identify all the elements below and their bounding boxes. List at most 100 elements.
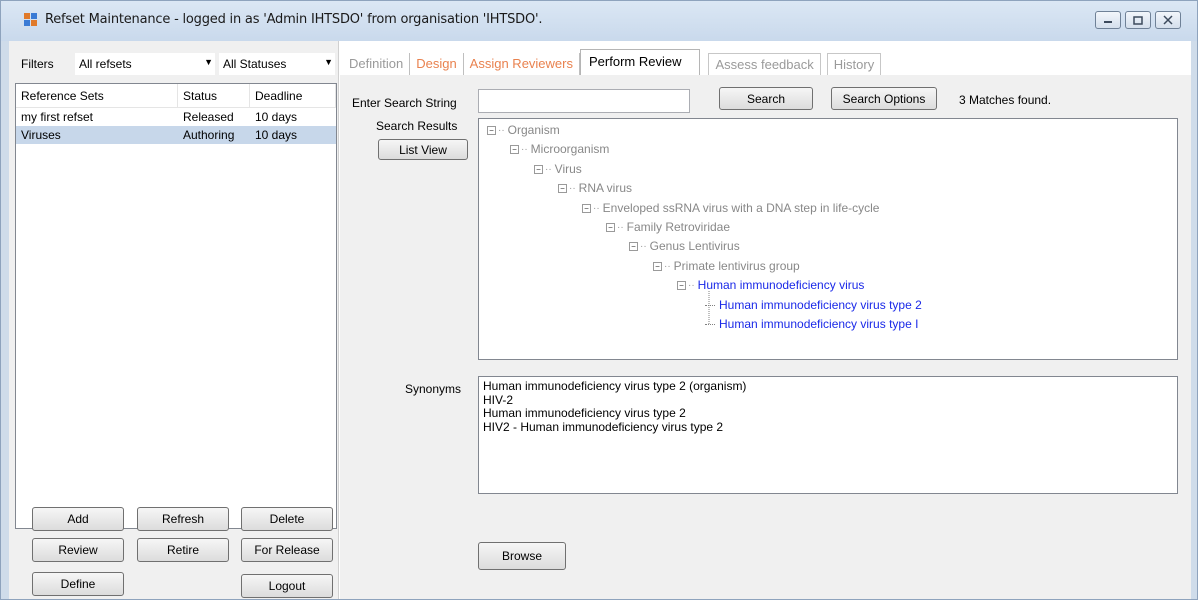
tab-assess-feedback[interactable]: Assess feedback (708, 53, 821, 75)
collapse-icon[interactable]: − (677, 280, 686, 290)
tree-node-label: Primate lentivirus group (673, 259, 800, 273)
maximize-icon[interactable] (1125, 11, 1151, 29)
logout-button[interactable]: Logout (241, 574, 333, 598)
search-label: Enter Search String (352, 96, 457, 110)
column-header[interactable]: Deadline (250, 84, 336, 107)
search-options-button[interactable]: Search Options (831, 87, 937, 110)
match-count: 3 Matches found. (959, 93, 1052, 107)
tree-connector: ·· (498, 124, 505, 136)
table-row[interactable]: Viruses Authoring 10 days (16, 126, 336, 144)
add-button[interactable]: Add (32, 507, 124, 531)
collapse-icon[interactable]: − (558, 183, 567, 193)
tree-connector: ·· (688, 279, 695, 291)
define-button[interactable]: Define (32, 572, 124, 596)
app-window: Refset Maintenance - logged in as 'Admin… (0, 0, 1198, 600)
refset-name: Viruses (21, 128, 61, 142)
tree-node[interactable]: Human immunodeficiency virus type I (705, 317, 918, 331)
tab-history[interactable]: History (826, 53, 882, 75)
refset-list-header: Reference Sets Status Deadline (16, 84, 336, 108)
minimize-icon[interactable] (1095, 11, 1121, 29)
tree-node[interactable]: − ·· Family Retroviridae (606, 220, 730, 234)
synonyms-list[interactable]: Human immunodeficiency virus type 2 (org… (478, 376, 1178, 494)
tree-node[interactable]: − ·· Virus (534, 162, 582, 176)
refset-deadline: 10 days (255, 110, 298, 124)
tree-node[interactable]: − ·· Genus Lentivirus (629, 239, 740, 253)
chevron-down-icon: ▼ (324, 57, 333, 67)
collapse-icon[interactable]: − (606, 222, 615, 232)
tree-connector: ·· (569, 182, 576, 194)
refset-filter-dropdown[interactable]: All refsets ▼ (75, 53, 215, 75)
tree-connector: ·· (545, 163, 552, 175)
refset-name: my first refset (21, 110, 94, 124)
for-release-button[interactable]: For Release (241, 538, 333, 562)
table-row[interactable]: my first refset Released 10 days (16, 108, 336, 126)
tab-perform-review[interactable]: Perform Review (580, 49, 701, 75)
refresh-button[interactable]: Refresh (137, 507, 229, 531)
tree-connector: ·· (593, 202, 600, 214)
retire-button[interactable]: Retire (137, 538, 229, 562)
search-results-tree[interactable]: − ·· Organism − ·· Microorganism − ·· Virus… (478, 118, 1178, 360)
tree-connector: ·· (617, 221, 624, 233)
tree-node-label: Genus Lentivirus (649, 239, 740, 253)
refset-filter-value: All refsets (79, 57, 132, 71)
tree-node[interactable]: − ·· Enveloped ssRNA virus with a DNA ste… (582, 201, 879, 215)
tab-assign-reviewers[interactable]: Assign Reviewers (464, 53, 580, 75)
synonym-item[interactable]: HIV2 - Human immunodeficiency virus type… (483, 420, 1173, 435)
refset-panel: Filters All refsets ▼ All Statuses ▼ Ref… (9, 41, 339, 599)
tree-node[interactable]: − ·· Primate lentivirus group (653, 259, 800, 273)
title-bar[interactable]: Refset Maintenance - logged in as 'Admin… (1, 1, 1197, 41)
window-title: Refset Maintenance - logged in as 'Admin… (45, 12, 543, 27)
search-input[interactable] (478, 89, 690, 113)
tree-node-label: Organism (507, 123, 560, 137)
close-icon[interactable] (1155, 11, 1181, 29)
chevron-down-icon: ▼ (204, 57, 213, 67)
tree-connector (705, 304, 715, 306)
tree-node[interactable]: − ·· Microorganism (510, 142, 609, 156)
tree-node-label: RNA virus (578, 181, 633, 195)
column-header[interactable]: Status (178, 84, 250, 107)
collapse-icon[interactable]: − (653, 261, 662, 271)
review-button[interactable]: Review (32, 538, 124, 562)
tree-connector (705, 323, 715, 325)
collapse-icon[interactable]: − (510, 144, 519, 154)
tree-node[interactable]: − ·· RNA virus (558, 181, 632, 195)
tree-node[interactable]: Human immunodeficiency virus type 2 (705, 298, 922, 312)
search-button[interactable]: Search (719, 87, 813, 110)
tree-node[interactable]: − ·· Human immunodeficiency virus (677, 278, 864, 292)
search-results-label: Search Results (376, 119, 458, 133)
synonym-item[interactable]: Human immunodeficiency virus type 2 (org… (483, 379, 1173, 394)
refset-status: Released (183, 110, 234, 124)
collapse-icon[interactable]: − (487, 125, 496, 135)
collapse-icon[interactable]: − (534, 164, 543, 174)
tree-connector: ·· (521, 143, 528, 155)
tree-node-label: Microorganism (530, 142, 610, 156)
tree-connector: ·· (664, 260, 671, 272)
delete-button[interactable]: Delete (241, 507, 333, 531)
collapse-icon[interactable]: − (629, 241, 638, 251)
collapse-icon[interactable]: − (582, 203, 591, 213)
tab-definition[interactable]: Definition (343, 53, 411, 75)
status-filter-value: All Statuses (223, 57, 287, 71)
perform-review-panel: Enter Search String Search Search Option… (340, 75, 1191, 599)
tab-strip: Definition Design Assign Reviewers Perfo… (343, 49, 882, 75)
refset-list[interactable]: Reference Sets Status Deadline my first … (15, 83, 337, 529)
tree-node-label: Family Retroviridae (626, 220, 731, 234)
tree-node-label: Human immunodeficiency virus type 2 (719, 298, 922, 312)
synonym-item[interactable]: Human immunodeficiency virus type 2 (483, 406, 1173, 421)
synonyms-label: Synonyms (405, 382, 462, 396)
filters-label: Filters (21, 57, 54, 71)
status-filter-dropdown[interactable]: All Statuses ▼ (219, 53, 335, 75)
tree-node[interactable]: − ·· Organism (487, 123, 560, 137)
refset-deadline: 10 days (255, 128, 298, 142)
tab-design[interactable]: Design (410, 53, 464, 75)
browse-button[interactable]: Browse (478, 542, 566, 570)
column-header[interactable]: Reference Sets (16, 84, 178, 107)
tree-node-label: Virus (554, 162, 582, 176)
tree-connector: ·· (640, 240, 647, 252)
client-area: Filters All refsets ▼ All Statuses ▼ Ref… (9, 41, 1191, 599)
synonym-item[interactable]: HIV-2 (483, 393, 1173, 408)
refset-status: Authoring (183, 128, 235, 142)
list-view-button[interactable]: List View (378, 139, 468, 160)
tree-node-label: Enveloped ssRNA virus with a DNA step in… (602, 201, 880, 215)
app-icon (24, 13, 38, 27)
